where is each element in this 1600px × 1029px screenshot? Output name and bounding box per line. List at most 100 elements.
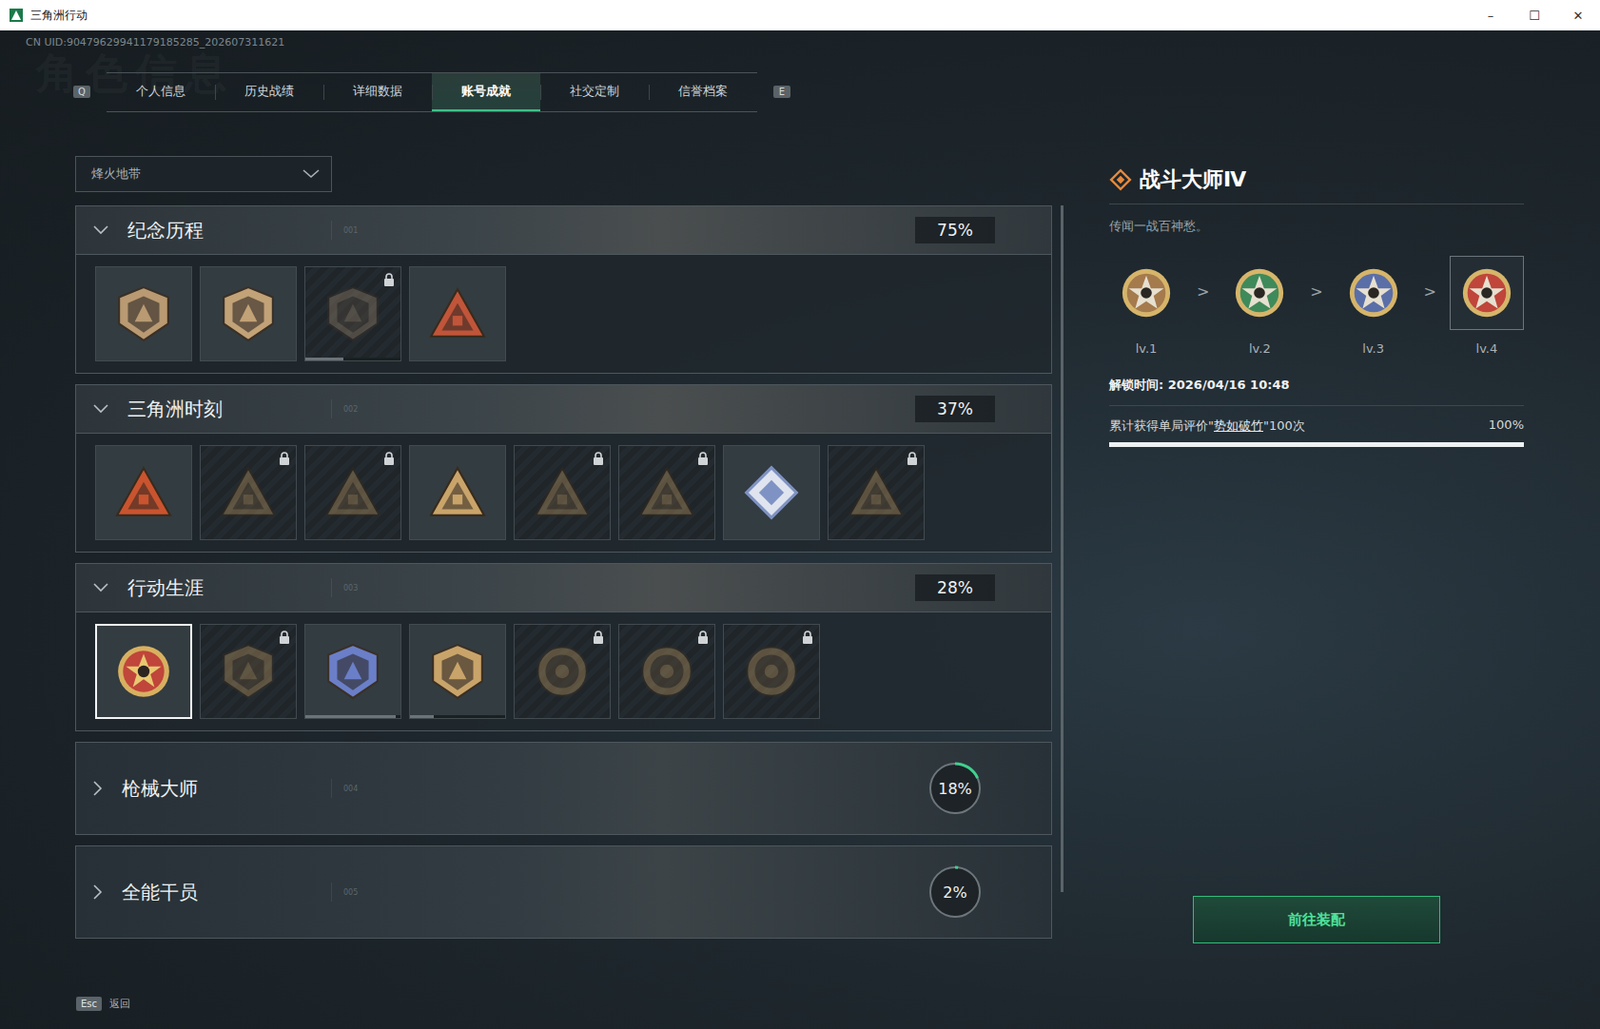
level-item[interactable]: lv.3 [1336, 255, 1411, 356]
tab[interactable]: 详细数据 [323, 73, 432, 112]
badge-emblem-icon [218, 463, 278, 523]
achievement-section: 行动生涯 003 28% [75, 563, 1053, 732]
section-title: 纪念历程 [127, 217, 204, 244]
section-progress-ring: 2% [925, 862, 985, 922]
badge-emblem-icon [428, 642, 488, 702]
badge-emblem-icon [846, 463, 906, 523]
lock-icon [278, 630, 291, 644]
equip-button[interactable]: 前往装配 [1192, 896, 1441, 944]
badge-progress [409, 715, 506, 719]
tab[interactable]: 个人信息 [106, 73, 215, 112]
window-control[interactable]: – [1468, 8, 1513, 23]
window-control[interactable]: ✕ [1556, 8, 1600, 23]
achievement-badge[interactable] [95, 624, 193, 720]
chevron-down-icon [302, 169, 320, 179]
achievement-badge[interactable] [199, 266, 297, 362]
achievement-badge[interactable] [409, 624, 507, 720]
medal-icon [1118, 265, 1174, 321]
badge-progress [305, 357, 401, 361]
section-code: 003 [343, 584, 358, 593]
section-percent: 28% [915, 574, 996, 602]
badge-emblem-icon [114, 463, 174, 523]
tab[interactable]: 历史战绩 [214, 73, 324, 112]
mode-dropdown[interactable]: 烽火地带 [75, 156, 332, 193]
achievement-badge[interactable] [722, 445, 820, 541]
achievement-badge[interactable] [513, 445, 611, 541]
badge-emblem-icon [218, 642, 278, 702]
medal-icon [1459, 265, 1515, 321]
section-header[interactable]: 全能干员 005 2% [76, 846, 1052, 938]
tab[interactable]: 社交定制 [540, 73, 649, 112]
watermark: 角色信息 [36, 45, 235, 102]
achievement-badge[interactable] [409, 445, 507, 541]
level-item[interactable]: lv.2 [1222, 255, 1297, 356]
diamond-icon [1109, 168, 1132, 192]
section-code: 001 [343, 226, 358, 235]
achievement-badge[interactable] [199, 624, 297, 720]
unlock-time: 解锁时间: 2026/04/16 10:48 [1109, 376, 1524, 407]
achievement-badge[interactable] [304, 266, 402, 362]
section-title: 行动生涯 [127, 575, 204, 602]
section-header[interactable]: 枪械大师 004 18% [76, 742, 1052, 835]
detail-title: 战斗大师Ⅳ [1139, 165, 1247, 195]
level-separator: > [1309, 282, 1323, 301]
badge-emblem-icon [428, 463, 488, 523]
level-item[interactable]: lv.1 [1109, 255, 1184, 356]
tab[interactable]: 信誉档案 [648, 73, 758, 112]
achievement-badge[interactable] [199, 445, 297, 541]
section-percent: 37% [915, 395, 996, 423]
badge-emblem-icon [741, 463, 801, 523]
section-header[interactable]: 三角洲时刻 002 37% [76, 385, 1052, 433]
achievement-badge[interactable] [827, 445, 925, 541]
uid-text: CN UID:90479629941179185285_202607311621 [0, 36, 1600, 52]
badge-emblem-icon [218, 284, 278, 344]
medal-icon [1346, 265, 1402, 321]
achievement-badge[interactable] [513, 624, 611, 720]
tab[interactable]: 账号成就 [431, 73, 541, 112]
window-control[interactable]: ☐ [1512, 8, 1557, 23]
lock-icon [592, 630, 605, 644]
badge-emblem-icon [532, 642, 592, 702]
achievement-badge[interactable] [304, 624, 402, 720]
back-label[interactable]: 返回 [109, 996, 131, 1012]
badge-emblem-icon [114, 642, 174, 702]
chevron-down-icon [93, 225, 109, 235]
achievement-badge[interactable] [409, 266, 507, 362]
scrollbar[interactable] [1060, 205, 1064, 893]
badge-emblem-icon [323, 284, 383, 344]
title-bar: 三角洲行动 –☐✕ [0, 0, 1600, 31]
tab-bar: Q 个人信息历史战绩详细数据账号成就社交定制信誉档案 E [73, 72, 1600, 112]
footer: Esc 返回 [0, 989, 1600, 1029]
chevron-right-icon [93, 780, 103, 797]
badge-grid [76, 253, 1052, 373]
achievement-badge[interactable] [304, 445, 402, 541]
section-code: 005 [343, 888, 358, 898]
badge-emblem-icon [637, 642, 697, 702]
section-header[interactable]: 行动生涯 003 28% [76, 564, 1052, 612]
prev-key[interactable]: Q [73, 85, 91, 98]
level-item[interactable]: lv.4 [1449, 255, 1524, 356]
section-title: 全能干员 [121, 879, 198, 906]
achievement-section: 三角洲时刻 002 37% [75, 384, 1053, 553]
esc-key[interactable]: Esc [76, 996, 102, 1012]
section-header[interactable]: 纪念历程 001 75% [76, 206, 1052, 254]
achievement-detail: 战斗大师Ⅳ 传闻一战百神愁。 lv.1> lv.2> lv.3> lv.4 解锁… [1109, 156, 1524, 944]
chevron-down-icon [93, 404, 109, 414]
achievement-badge[interactable] [618, 445, 716, 541]
screen: 角色信息 CN UID:90479629941179185285_2026073… [0, 30, 1600, 1029]
level-track: lv.1> lv.2> lv.3> lv.4 [1109, 255, 1524, 356]
achievement-badge[interactable] [95, 266, 193, 362]
lock-icon [383, 273, 395, 287]
game-logo-icon [9, 8, 23, 22]
next-key[interactable]: E [773, 85, 791, 98]
badge-emblem-icon [323, 642, 383, 702]
badge-emblem-icon [428, 284, 488, 344]
lock-icon [697, 630, 709, 644]
achievement-badge[interactable] [95, 445, 193, 541]
achievement-badge[interactable] [722, 624, 820, 720]
achievement-badge[interactable] [618, 624, 716, 720]
lock-icon [278, 451, 291, 466]
game-window: 三角洲行动 –☐✕ 角色信息 CN UID:904796299411791852… [0, 0, 1600, 1029]
badge-progress [305, 715, 401, 719]
achievement-section: 枪械大师 004 18% [75, 741, 1053, 836]
